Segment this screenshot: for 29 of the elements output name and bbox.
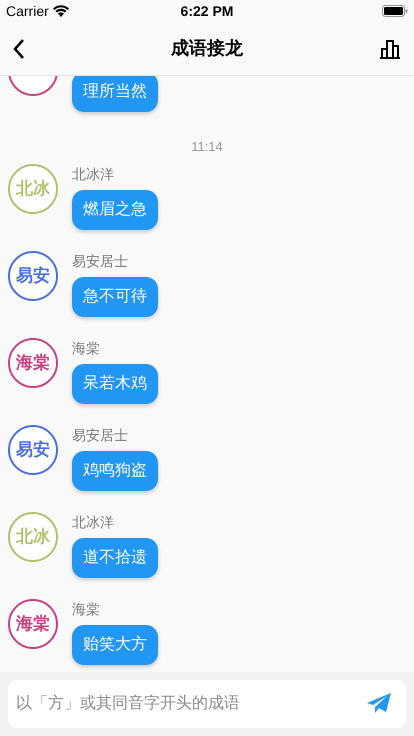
- message-bubble: 呆若木鸡: [72, 364, 158, 404]
- message-field[interactable]: 以「方」或其同音字开头的成语: [8, 680, 406, 728]
- message-bubble: 鸡鸣狗盗: [72, 450, 158, 490]
- message-bubble: 急不可待: [72, 276, 158, 316]
- carrier-label: Carrier: [6, 2, 49, 20]
- avatar: 北冰: [8, 164, 58, 214]
- message-bubble: 道不拾遗: [72, 538, 158, 578]
- back-icon: [12, 38, 26, 60]
- avatar: 北冰: [8, 512, 58, 562]
- wifi-icon: [52, 5, 69, 17]
- battery-icon: [382, 5, 408, 17]
- page-title: 成语接龙: [171, 37, 243, 60]
- message-bubble: 理所当然: [72, 76, 158, 112]
- sender-name: 海棠: [72, 600, 101, 618]
- send-icon: [367, 693, 391, 715]
- sender-name: 易安居士: [72, 426, 129, 444]
- avatar: 海棠: [8, 338, 58, 388]
- timestamp: 11:14: [191, 138, 223, 156]
- bar-chart-icon: [379, 38, 401, 58]
- message-bubble: 贻笑大方: [72, 624, 158, 664]
- sender-name: 海棠: [72, 338, 101, 356]
- sender-name: 北冰洋: [72, 164, 115, 182]
- avatar: 易安: [8, 250, 58, 300]
- status-time: 6:22 PM: [180, 2, 234, 20]
- sender-name: 北冰洋: [72, 512, 115, 530]
- avatar: 海棠: [8, 598, 58, 648]
- avatar: 易安: [8, 424, 58, 474]
- message-bubble: 燃眉之急: [72, 190, 158, 230]
- sender-name: 易安居士: [72, 252, 129, 270]
